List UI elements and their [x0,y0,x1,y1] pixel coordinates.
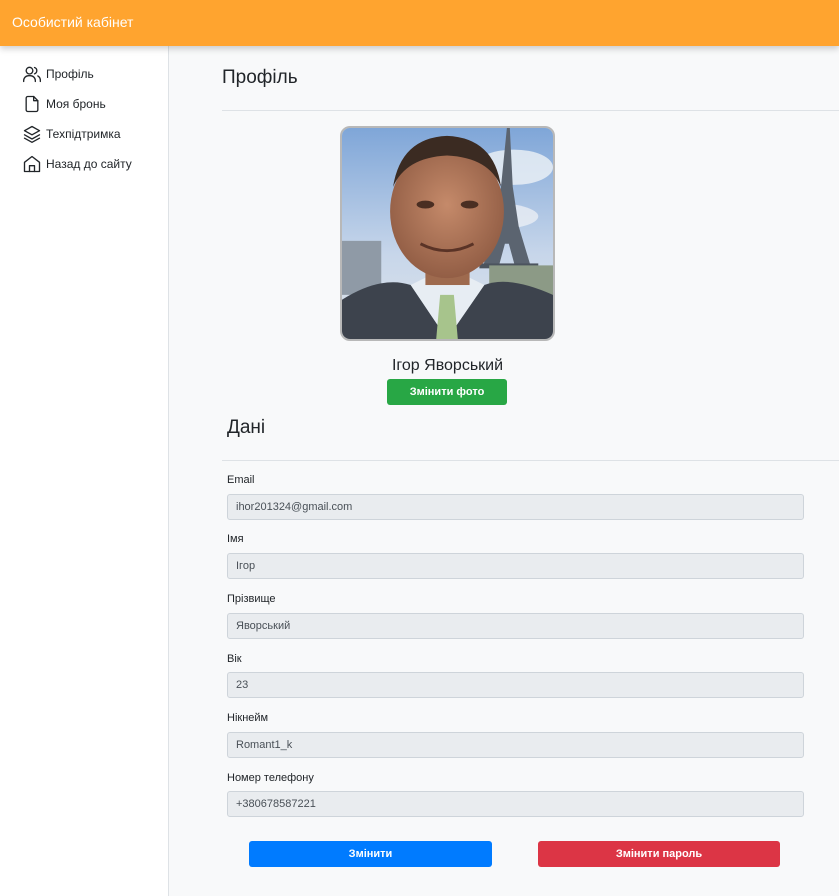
sidebar-item-booking[interactable]: Моя бронь [22,93,106,115]
sidebar-item-label: Моя бронь [46,97,106,111]
email-label: Email [227,474,255,486]
sidebar-item-profile[interactable]: Профіль [22,63,94,85]
phone-label: Номер телефону [227,772,314,784]
sidebar: Профіль Моя бронь Техпідтримка Назад до … [0,46,169,896]
last-name-label: Прізвище [227,593,276,605]
age-field[interactable]: 23 [227,672,804,698]
divider [222,460,839,461]
app-title: Особистий кабінет [12,14,134,30]
nickname-field[interactable]: Romant1_k [227,732,804,758]
main-content: Профіль Ігор Яворський Змінити фото Дані… [170,46,839,896]
profile-section-title: Профіль [222,67,298,88]
file-icon [22,94,42,114]
profile-photo [342,128,553,339]
save-changes-button[interactable]: Змінити [249,841,492,867]
change-password-button[interactable]: Змінити пароль [538,841,780,867]
sidebar-item-support[interactable]: Техпідтримка [22,123,121,145]
top-bar: Особистий кабінет [0,0,839,46]
phone-field[interactable]: +380678587221 [227,791,804,817]
layers-icon [22,124,42,144]
sidebar-item-label: Профіль [46,67,94,81]
sidebar-item-back-to-site[interactable]: Назад до сайту [22,153,132,175]
change-photo-button[interactable]: Змінити фото [387,379,507,405]
sidebar-item-label: Назад до сайту [46,157,132,171]
first-name-field[interactable]: Ігор [227,553,804,579]
user-name: Ігор Яворський [391,357,504,374]
home-icon [22,154,42,174]
avatar [340,126,555,341]
nickname-label: Нікнейм [227,712,269,724]
first-name-label: Імя [227,533,244,545]
data-section-title: Дані [227,417,266,438]
users-icon [22,64,42,84]
last-name-field[interactable]: Яворський [227,613,804,639]
email-field[interactable]: ihor201324@gmail.com [227,494,804,520]
divider [222,110,839,111]
age-label: Вік [227,653,242,665]
sidebar-item-label: Техпідтримка [46,127,121,141]
